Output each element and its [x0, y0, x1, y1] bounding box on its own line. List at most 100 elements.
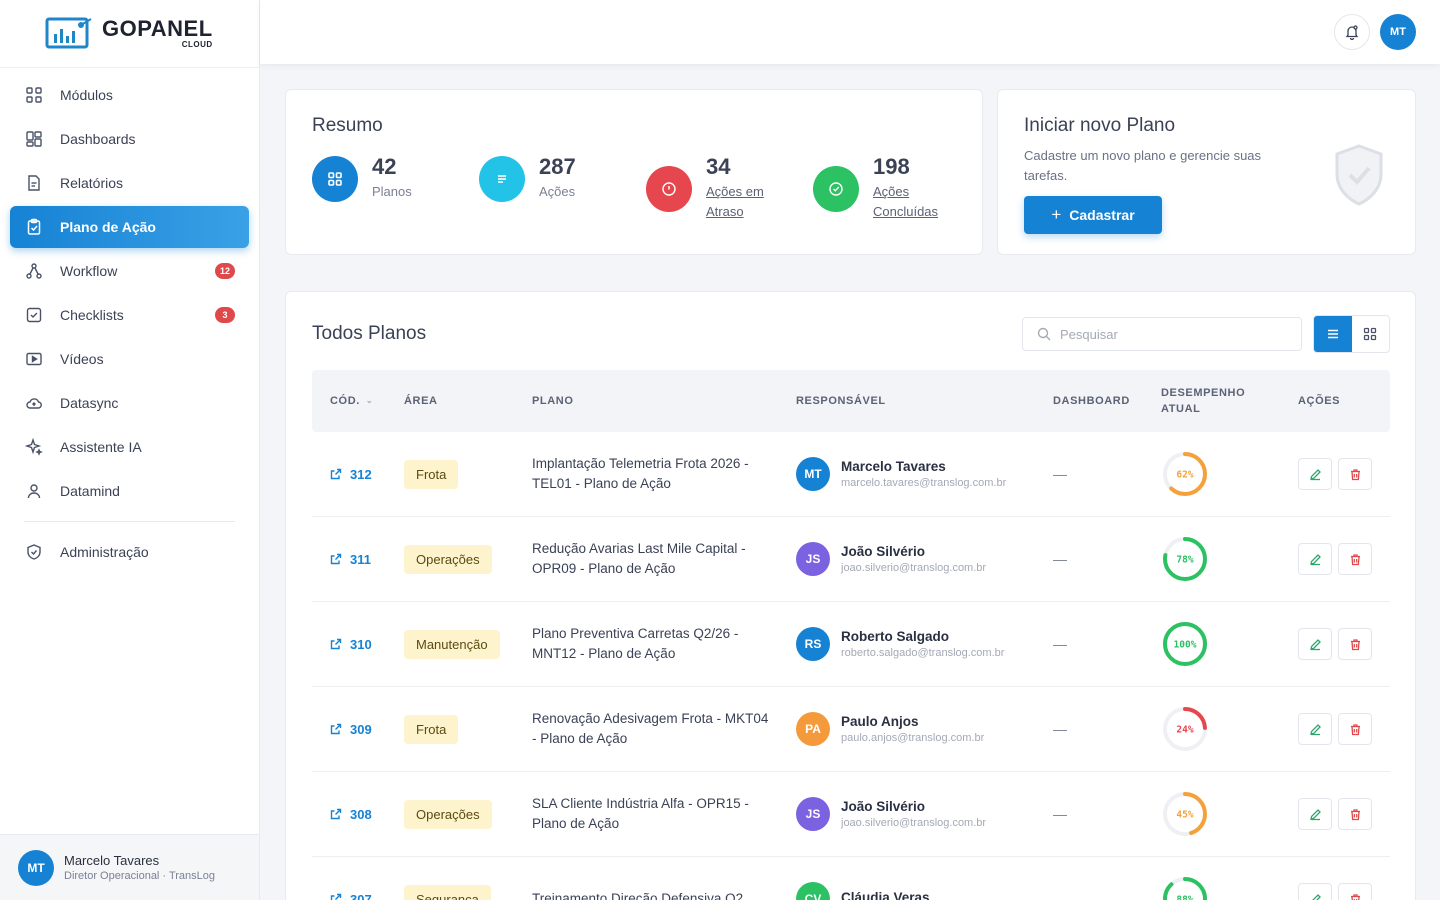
dashboard-cell: —: [1053, 551, 1067, 567]
edit-button[interactable]: [1298, 798, 1332, 830]
area-cell: Segurança: [404, 857, 491, 900]
grid-view-button[interactable]: [1352, 316, 1390, 352]
delete-button[interactable]: [1338, 798, 1372, 830]
stat-acoes: 287 Ações: [479, 156, 576, 202]
sidebar-item-checklists[interactable]: Checklists 3: [10, 293, 249, 337]
workflow-icon: [24, 261, 44, 281]
cloud-icon: [24, 393, 44, 413]
plan-code-link[interactable]: 312: [330, 432, 372, 516]
table-row[interactable]: 309 Frota Renovação Adesivagem Frota - MKT…: [312, 687, 1390, 772]
stat-acoes-concluidas[interactable]: 198 Ações Concluídas: [813, 156, 943, 221]
logo[interactable]: GOPANEL CLOUD: [0, 0, 259, 68]
table-row[interactable]: 312 Frota Implantação Telemetria Frota 202…: [312, 432, 1390, 517]
performance-ring: 100%: [1160, 602, 1210, 686]
sidebar-item-plano-de-acao[interactable]: Plano de Ação: [10, 206, 249, 248]
stat-planos: 42 Planos: [312, 156, 412, 202]
stat-label: Ações: [539, 184, 576, 200]
responsible-name: Marcelo Tavares: [841, 459, 946, 474]
actions-cell: [1298, 857, 1378, 900]
plan-code-link[interactable]: 308: [330, 772, 372, 856]
table-row[interactable]: 307 Segurança Treinamento Direção Defensiv…: [312, 857, 1390, 900]
responsible-cell: JS João Silvério joao.silverio@translog.co…: [796, 517, 986, 601]
performance-ring: 88%: [1160, 857, 1210, 900]
top-avatar[interactable]: MT: [1380, 14, 1416, 50]
notifications-button[interactable]: [1334, 14, 1370, 50]
external-link-icon: [330, 808, 342, 820]
area-cell: Manutenção: [404, 602, 500, 686]
sidebar-item-dashboards[interactable]: Dashboards: [10, 117, 249, 161]
nav-divider: [24, 521, 235, 522]
plus-icon: +: [1051, 205, 1062, 224]
responsible-name: João Silvério: [841, 544, 926, 559]
performance-label: 100%: [1174, 640, 1197, 651]
bell-icon: [1345, 25, 1359, 40]
edit-button[interactable]: [1298, 628, 1332, 660]
responsible-cell: MT Marcelo Tavares marcelo.tavares@translo…: [796, 432, 1006, 516]
edit-button[interactable]: [1298, 543, 1332, 575]
user-profile[interactable]: MT Marcelo Tavares Diretor Operacional ·…: [0, 834, 259, 900]
sidebar-item-videos[interactable]: Vídeos: [10, 337, 249, 381]
search-icon: [1037, 327, 1051, 341]
delete-button[interactable]: [1338, 713, 1372, 745]
responsible-email: joao.silverio@translog.com.br: [841, 817, 987, 829]
sidebar-item-label: Dashboards: [60, 131, 136, 147]
check-circle-icon: [813, 165, 859, 212]
avatar: MT: [18, 849, 54, 886]
sidebar-item-datamind[interactable]: Datamind: [10, 469, 249, 513]
cadastrar-button[interactable]: + Cadastrar: [1024, 196, 1162, 234]
stat-link[interactable]: Ações em Atraso: [706, 182, 776, 221]
brand-name: GOPANEL: [102, 16, 213, 41]
plan-code-link[interactable]: 309: [330, 687, 372, 771]
pencil-icon: [1309, 808, 1321, 820]
sidebar: GOPANEL CLOUD Módulos Dashboards Relatór…: [0, 0, 260, 900]
main-nav: Módulos Dashboards Relatórios Plano de A…: [0, 68, 259, 574]
sidebar-item-administracao[interactable]: Administração: [10, 530, 249, 574]
sidebar-item-datasync[interactable]: Datasync: [10, 381, 249, 425]
delete-button[interactable]: [1338, 543, 1372, 575]
stat-value: 34: [706, 154, 731, 179]
plan-name: Renovação Adesivagem Frota - MKT04 - Pla…: [532, 711, 769, 746]
sidebar-item-label: Datasync: [60, 395, 119, 411]
edit-button[interactable]: [1298, 713, 1332, 745]
dashboard-cell: —: [1053, 721, 1067, 737]
checkbox-icon: [24, 305, 44, 325]
stat-link[interactable]: Ações Concluídas: [873, 182, 943, 221]
performance-ring: 45%: [1160, 772, 1210, 856]
plan-code-link[interactable]: 307: [330, 857, 372, 900]
edit-button[interactable]: [1298, 458, 1332, 490]
avatar: PA: [796, 712, 830, 746]
search-placeholder: Pesquisar: [1060, 326, 1118, 342]
video-icon: [24, 349, 44, 369]
delete-button[interactable]: [1338, 628, 1372, 660]
stat-value: 42: [372, 154, 397, 180]
plan-code-link[interactable]: 310: [330, 602, 372, 686]
sidebar-item-label: Relatórios: [60, 175, 124, 191]
responsible-email: paulo.anjos@translog.com.br: [841, 732, 985, 744]
stat-acoes-atraso[interactable]: 34 Ações em Atraso: [646, 156, 776, 221]
search-input[interactable]: Pesquisar: [1022, 317, 1302, 351]
plan-name: Treinamento Direção Defensiva Q2: [532, 891, 744, 900]
area-cell: Frota: [404, 687, 459, 771]
sidebar-item-relatorios[interactable]: Relatórios: [10, 161, 249, 205]
sidebar-item-modulos[interactable]: Módulos: [10, 73, 249, 117]
list-view-button[interactable]: [1314, 316, 1352, 352]
avatar: JS: [796, 542, 830, 576]
column-header-cod[interactable]: CÓD. ⌄: [330, 370, 373, 432]
edit-button[interactable]: [1298, 883, 1332, 900]
table-row[interactable]: 311 Operações Redução Avarias Last Mile Ca…: [312, 517, 1390, 602]
delete-button[interactable]: [1338, 883, 1372, 900]
plan-code-link[interactable]: 311: [330, 517, 371, 601]
avatar: RS: [796, 627, 830, 661]
sidebar-item-label: Administração: [60, 544, 149, 560]
stat-value: 198: [873, 154, 910, 179]
sidebar-item-workflow[interactable]: Workflow 12: [10, 249, 249, 293]
table-row[interactable]: 310 Manutenção Plano Preventiva Carretas Q…: [312, 602, 1390, 687]
table-row[interactable]: 308 Operações SLA Cliente Indústria Alfa -…: [312, 772, 1390, 857]
area-tag: Segurança: [404, 884, 491, 900]
delete-button[interactable]: [1338, 458, 1372, 490]
new-plan-card: Iniciar novo Plano Cadastre um novo plan…: [997, 89, 1416, 255]
sidebar-item-assistente-ia[interactable]: Assistente IA: [10, 425, 249, 469]
brand-sub: CLOUD: [181, 40, 213, 49]
plan-name: Redução Avarias Last Mile Capital - OPR0…: [532, 541, 746, 576]
performance-label: 45%: [1176, 810, 1193, 821]
